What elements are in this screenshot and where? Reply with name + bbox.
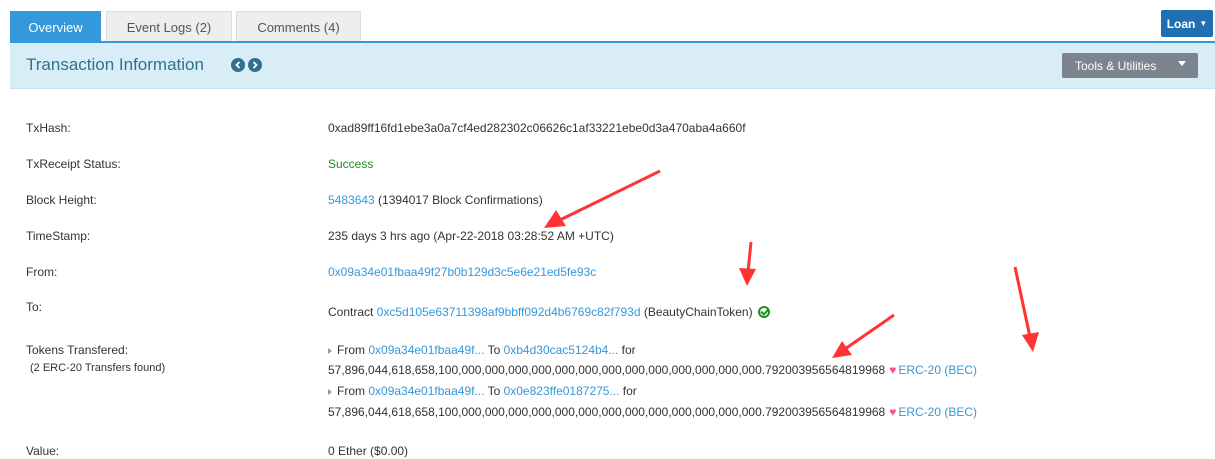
block-height-label: Block Height:: [26, 193, 97, 207]
transfer-from-link[interactable]: 0x09a34e01fbaa49f...: [368, 343, 484, 357]
transfer-amount: 57,896,044,618,658,100,000,000,000,000,0…: [328, 363, 886, 377]
tools-utilities-button[interactable]: Tools & Utilities: [1062, 53, 1198, 78]
panel-heading: Transaction Information Tools & Utilitie…: [10, 43, 1215, 89]
tab-event-logs[interactable]: Event Logs (2): [106, 11, 232, 42]
tab-overview[interactable]: Overview: [10, 11, 101, 42]
annotation-arrow: [832, 313, 895, 358]
to-row: Contract 0xc5d105e63711398af9bbff092d4b6…: [328, 305, 770, 319]
expand-arrow-icon: [328, 347, 332, 354]
contract-name: (BeautyChainToken): [640, 305, 753, 319]
status-value: Success: [328, 157, 374, 171]
tx-navigation: [231, 58, 262, 72]
transfer-line: From 0x09a34e01fbaa49f... To 0xb4d30cac5…: [328, 343, 636, 357]
tokens-label: Tokens Transfered:: [26, 343, 129, 357]
transfer-amount-line: 57,896,044,618,658,100,000,000,000,000,0…: [328, 363, 977, 377]
to-word: To: [484, 343, 504, 357]
block-number-link[interactable]: 5483643: [328, 193, 375, 207]
to-contract-link[interactable]: 0xc5d105e63711398af9bbff092d4b6769c82f79…: [377, 305, 641, 319]
contract-prefix: Contract: [328, 305, 377, 319]
token-heart-icon: ♥: [889, 405, 897, 419]
next-tx-icon[interactable]: [248, 58, 262, 72]
token-link[interactable]: ERC-20 (BEC): [898, 363, 977, 377]
to-label: To:: [26, 300, 43, 314]
token-heart-icon: ♥: [889, 363, 897, 377]
verified-check-icon: [757, 306, 770, 318]
transfer-to-link[interactable]: 0xb4d30cac5124b4...: [504, 343, 619, 357]
page-title: Transaction Information: [26, 55, 204, 74]
block-height-row: 5483643 (1394017 Block Confirmations): [328, 193, 543, 207]
timestamp-label: TimeStamp:: [26, 229, 91, 243]
chevron-down-icon: ▼: [1199, 19, 1208, 28]
for-word: for: [618, 343, 636, 357]
transfer-from-link[interactable]: 0x09a34e01fbaa49f...: [368, 384, 484, 398]
from-row: 0x09a34e01fbaa49f27b0b129d3c5e6e21ed5fe9…: [328, 265, 596, 279]
loan-button[interactable]: Loan ▼: [1161, 10, 1213, 37]
transfer-line: From 0x09a34e01fbaa49f... To 0x0e823ffe0…: [328, 384, 637, 398]
loan-button-label: Loan: [1166, 16, 1196, 31]
to-word: To: [484, 384, 504, 398]
annotation-arrow: [1013, 266, 1039, 352]
status-label: TxReceipt Status:: [26, 157, 121, 171]
annotation-arrow: [544, 169, 661, 228]
value-amount: 0 Ether ($0.00): [328, 444, 409, 458]
from-word: From: [337, 384, 369, 398]
txhash-label: TxHash:: [26, 121, 71, 135]
txhash-value: 0xad89ff16fd1ebe3a0a7cf4ed282302c06626c1…: [328, 121, 746, 135]
from-word: From: [337, 343, 369, 357]
annotation-arrow: [739, 241, 756, 286]
tab-bar: Overview Event Logs (2) Comments (4) Loa…: [0, 0, 1215, 43]
tokens-count-label: (2 ERC-20 Transfers found): [30, 362, 166, 374]
transfer-amount: 57,896,044,618,658,100,000,000,000,000,0…: [328, 405, 886, 419]
token-link[interactable]: ERC-20 (BEC): [898, 405, 977, 419]
previous-tx-icon[interactable]: [231, 58, 245, 72]
caret-down-icon: [1178, 61, 1186, 66]
from-address-link[interactable]: 0x09a34e01fbaa49f27b0b129d3c5e6e21ed5fe9…: [328, 265, 596, 279]
expand-arrow-icon: [328, 388, 332, 395]
timestamp-value: 235 days 3 hrs ago (Apr-22-2018 03:28:52…: [328, 229, 614, 243]
for-word: for: [619, 384, 637, 398]
from-label: From:: [26, 265, 58, 279]
block-confirmations: (1394017 Block Confirmations): [374, 193, 543, 207]
transfer-amount-line: 57,896,044,618,658,100,000,000,000,000,0…: [328, 405, 977, 419]
tools-utilities-label: Tools & Utilities: [1075, 58, 1157, 73]
transfer-to-link[interactable]: 0x0e823ffe0187275...: [504, 384, 620, 398]
value-label: Value:: [26, 444, 60, 458]
tab-comments[interactable]: Comments (4): [236, 11, 361, 42]
